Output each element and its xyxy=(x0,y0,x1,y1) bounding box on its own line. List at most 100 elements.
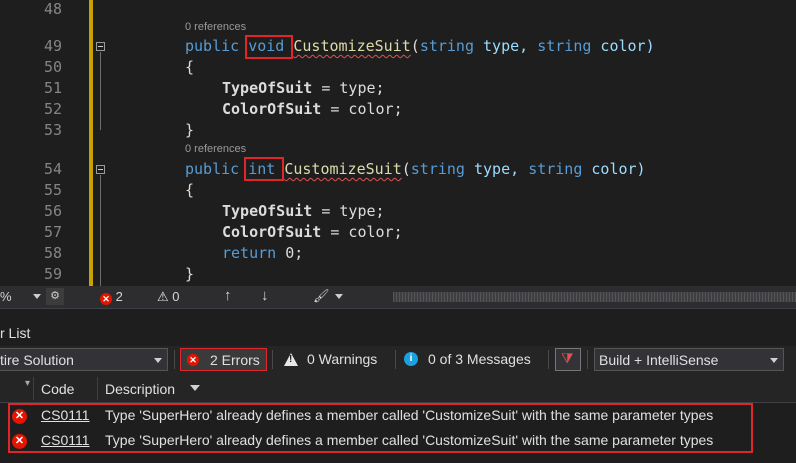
error-count: 2 xyxy=(115,289,123,304)
method-name: CustomizeSuit xyxy=(293,37,411,55)
keyword: return xyxy=(222,244,277,262)
build-source-value: Build + IntelliSense xyxy=(599,352,719,368)
expression: = type; xyxy=(312,202,385,220)
error-icon: ✕ xyxy=(100,293,112,305)
keyword: string xyxy=(528,160,583,178)
highlight-box-void xyxy=(245,35,293,59)
highlight-box-errors xyxy=(8,403,753,453)
code-line: } xyxy=(185,265,195,283)
codelens-references[interactable]: 0 references xyxy=(185,143,246,155)
column-header-code[interactable]: Code xyxy=(41,381,74,397)
punctuation: ( xyxy=(401,160,411,178)
parameter: color) xyxy=(582,160,646,178)
line-number: 50 xyxy=(43,58,62,76)
code-line: { xyxy=(185,58,195,76)
code-health-icon[interactable]: ⚙ xyxy=(46,288,64,305)
cleanup-brush-icon[interactable]: 🖌 xyxy=(313,288,330,304)
line-number: 52 xyxy=(43,100,62,118)
warning-count: 0 xyxy=(172,289,180,304)
errors-button-label: 2 Errors xyxy=(210,352,260,368)
divider xyxy=(272,350,273,369)
parameter: type, xyxy=(464,160,529,178)
messages-button-label: 0 of 3 Messages xyxy=(428,351,531,367)
code-line: ColorOfSuit = color; xyxy=(222,99,403,119)
zoom-level[interactable]: % xyxy=(0,289,12,304)
outline-guide xyxy=(100,175,101,286)
horizontal-scrollbar[interactable] xyxy=(393,292,796,302)
warnings-button-label: 0 Warnings xyxy=(307,351,378,367)
code-editor[interactable]: 48 49 50 51 52 53 54 55 56 57 58 59 0 re… xyxy=(0,0,796,286)
line-number: 53 xyxy=(43,121,62,139)
codelens-references[interactable]: 0 references xyxy=(185,21,246,33)
column-divider[interactable] xyxy=(97,377,98,400)
code-line: { xyxy=(185,181,195,199)
parameter: type, xyxy=(474,37,538,55)
chevron-down-icon[interactable] xyxy=(190,385,200,391)
collapse-region-icon[interactable] xyxy=(96,165,105,174)
divider xyxy=(587,350,588,369)
line-number: 57 xyxy=(43,223,62,241)
line-number: 48 xyxy=(43,0,62,18)
code-line: TypeOfSuit = type; xyxy=(222,78,385,98)
errors-filter-button[interactable]: ✕ 2 Errors xyxy=(180,348,267,371)
expression: = color; xyxy=(321,100,403,118)
build-source-dropdown[interactable]: Build + IntelliSense xyxy=(594,348,784,371)
outline-guide xyxy=(100,52,101,130)
property: ColorOfSuit xyxy=(222,100,322,118)
line-number: 51 xyxy=(43,79,62,97)
arrow-down-icon[interactable]: ↓ xyxy=(261,287,269,304)
scope-value: tire Solution xyxy=(0,352,74,368)
keyword: public xyxy=(185,37,240,55)
line-number: 59 xyxy=(43,265,62,283)
parameter: color) xyxy=(591,37,655,55)
method-name: CustomizeSuit xyxy=(284,160,402,178)
property: TypeOfSuit xyxy=(222,79,313,97)
warning-count-indicator[interactable]: ⚠ 0 xyxy=(157,289,180,305)
punctuation: ( xyxy=(410,37,420,55)
property: ColorOfSuit xyxy=(222,223,322,241)
error-list-toolbar: tire Solution ✕ 2 Errors 0 Warnings i 0 … xyxy=(0,346,796,374)
chevron-down-icon[interactable] xyxy=(335,294,343,299)
line-number: 56 xyxy=(43,202,62,220)
line-number: 54 xyxy=(43,160,62,178)
column-divider[interactable] xyxy=(33,377,34,400)
error-count-indicator[interactable]: ✕ 2 xyxy=(100,289,123,305)
code-line: } xyxy=(185,121,195,139)
keyword: string xyxy=(537,37,592,55)
arrow-up-icon[interactable]: ↑ xyxy=(224,287,232,304)
info-icon: i xyxy=(404,352,418,366)
error-list-title-bar: r List xyxy=(0,308,796,346)
filter-icon: ⧩ xyxy=(561,350,574,366)
keyword: public xyxy=(185,160,240,178)
scope-dropdown[interactable]: tire Solution xyxy=(0,348,168,371)
column-header-description[interactable]: Description xyxy=(105,381,175,397)
expression: = color; xyxy=(321,223,403,241)
keyword: string xyxy=(419,37,474,55)
line-number: 55 xyxy=(43,181,62,199)
expression: = type; xyxy=(312,79,385,97)
expression: 0; xyxy=(276,244,304,262)
line-number: 49 xyxy=(43,37,62,55)
warning-icon xyxy=(284,353,298,366)
chevron-down-icon xyxy=(770,358,778,363)
error-icon: ✕ xyxy=(187,354,199,366)
messages-filter-button[interactable]: i 0 of 3 Messages xyxy=(401,348,546,371)
keyword: string xyxy=(410,160,465,178)
warnings-filter-button[interactable]: 0 Warnings xyxy=(278,348,388,371)
divider xyxy=(395,350,396,369)
error-list-header: ▾ Code Description xyxy=(0,374,796,403)
sort-icon[interactable]: ▾ xyxy=(25,378,30,389)
chevron-down-icon xyxy=(154,358,162,363)
chevron-down-icon[interactable] xyxy=(33,294,41,299)
line-number: 58 xyxy=(43,244,62,262)
change-indicator-bar xyxy=(89,0,93,286)
collapse-region-icon[interactable] xyxy=(96,42,105,51)
filter-button[interactable]: ⧩ xyxy=(555,348,581,371)
divider xyxy=(174,350,175,369)
highlight-box-int xyxy=(244,157,284,181)
property: TypeOfSuit xyxy=(222,202,313,220)
panel-title: r List xyxy=(0,325,31,341)
divider xyxy=(548,350,549,369)
warning-icon: ⚠ xyxy=(157,289,169,304)
editor-status-bar: % ⚙ ✕ 2 ⚠ 0 ↑ ↓ 🖌 xyxy=(0,286,796,308)
